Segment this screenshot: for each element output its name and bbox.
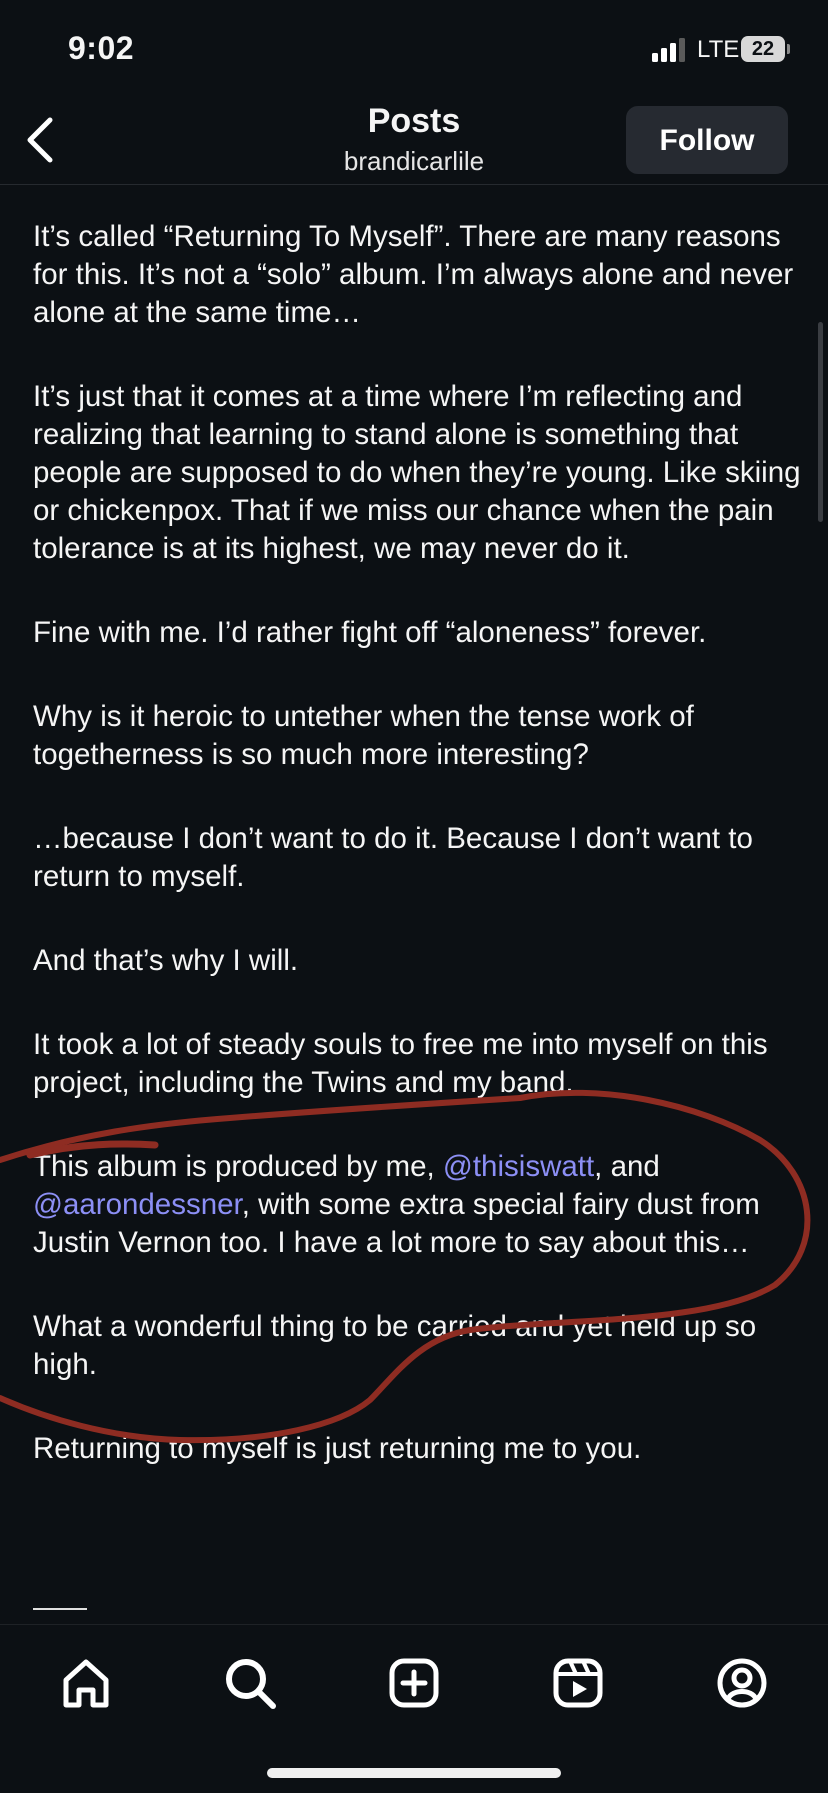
caption-paragraph: It’s called “Returning To Myself”. There… — [33, 220, 794, 329]
posts-header: Posts brandicarlile Follow — [0, 100, 828, 185]
reels-icon[interactable] — [548, 1653, 608, 1713]
mention-link-aarondessner[interactable]: @aarondessner — [33, 1188, 242, 1221]
caption-paragraph: Fine with me. I’d rather fight off “alon… — [33, 616, 707, 649]
mention-link-thisiswatt[interactable]: @thisiswatt — [443, 1150, 594, 1183]
follow-button[interactable]: Follow — [626, 106, 788, 174]
home-icon[interactable] — [56, 1653, 116, 1713]
search-icon[interactable] — [220, 1653, 280, 1713]
post-caption: It’s called “Returning To Myself”. There… — [33, 218, 803, 1514]
credits-text: This album is produced by me, — [33, 1150, 443, 1183]
caption-paragraph: It took a lot of steady souls to free me… — [33, 1028, 768, 1099]
create-icon[interactable] — [384, 1653, 444, 1713]
battery-icon: 22 — [741, 36, 790, 62]
caption-paragraph: What a wonderful thing to be carried and… — [33, 1310, 757, 1381]
caption-paragraph: Returning to myself is just returning me… — [33, 1432, 642, 1465]
status-time: 9:02 — [68, 30, 135, 66]
caption-divider — [33, 1608, 87, 1610]
credits-text: , and — [594, 1150, 660, 1183]
caption-paragraph: …because I don’t want to do it. Because … — [33, 822, 753, 893]
home-indicator[interactable] — [267, 1768, 561, 1778]
profile-icon[interactable] — [712, 1653, 772, 1713]
battery-level: 22 — [751, 38, 775, 60]
scrollbar[interactable] — [818, 322, 823, 522]
caption-paragraph: It’s just that it comes at a time where … — [33, 380, 801, 565]
credits-paragraph: This album is produced by me, @thisiswat… — [33, 1148, 803, 1262]
signal-icon — [652, 38, 685, 62]
caption-paragraph: Why is it heroic to untether when the te… — [33, 700, 694, 771]
network-label: LTE — [697, 36, 740, 63]
caption-paragraph: And that’s why I will. — [33, 944, 299, 977]
status-bar: 9:02 LTE 22 — [0, 0, 828, 100]
